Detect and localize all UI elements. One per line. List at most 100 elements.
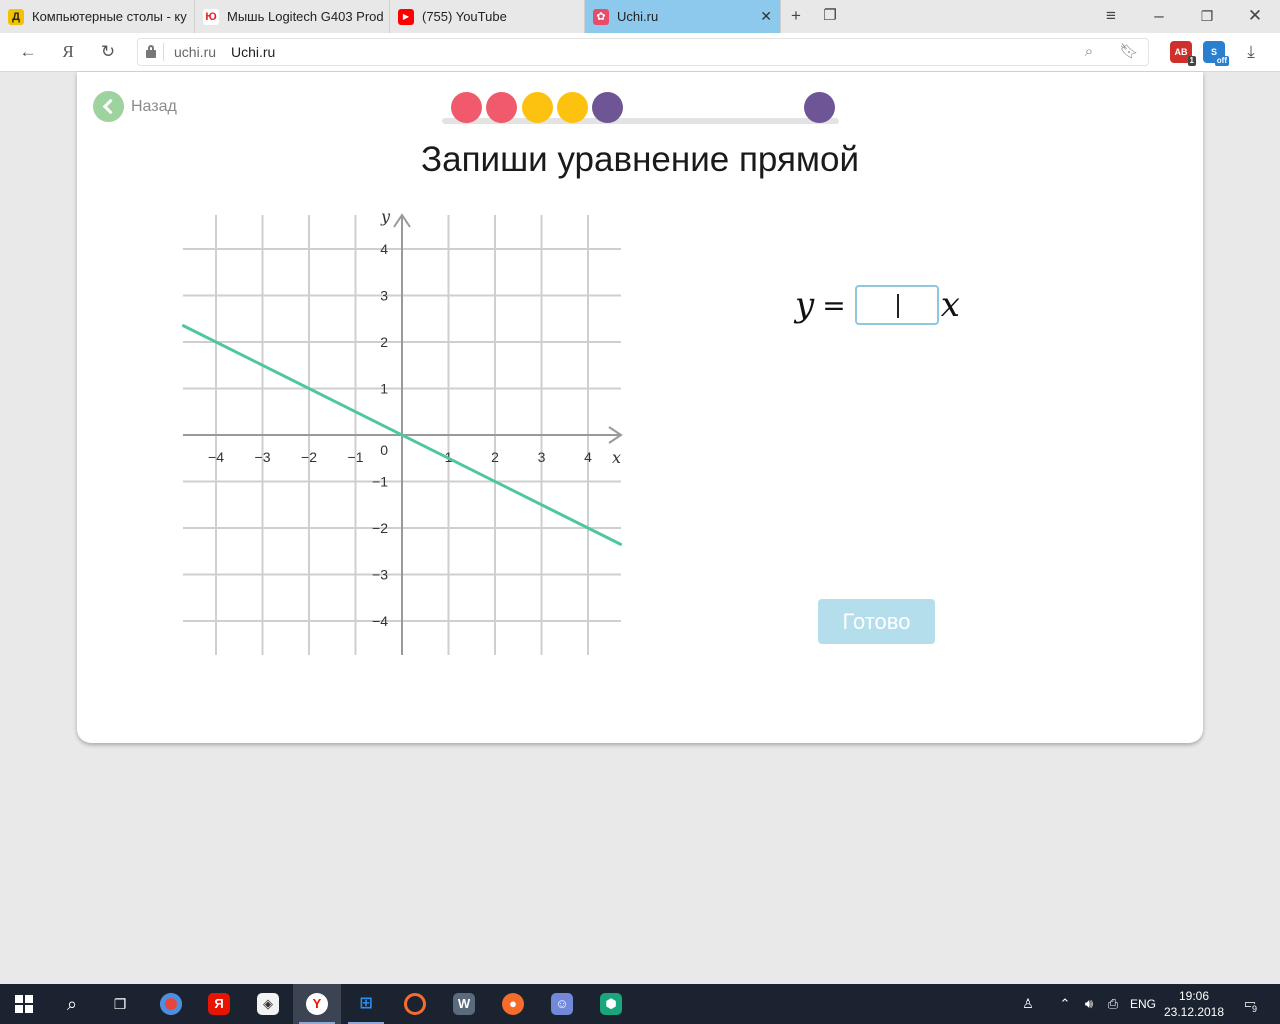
y-tick-label: −2 [372,520,388,536]
search-button[interactable]: ⌕ [48,984,96,1024]
yandex-icon[interactable]: Я [57,41,79,63]
graph-svg: −4 −3 −2 −1 1 2 3 44321−1−2−3−40 xy [181,207,623,655]
taskbar-app[interactable]: ◈ [244,984,292,1024]
tabs-overview-icon[interactable]: ❐ [820,6,840,26]
reload-icon[interactable]: ↻ [97,41,119,63]
progress-dot [451,92,482,123]
taskbar-origin-alt[interactable]: ● [489,984,537,1024]
extension-icon[interactable]: S off [1203,41,1229,66]
menu-icon[interactable]: ≡ [1101,6,1121,26]
yulmart-icon: Ю [203,8,219,25]
x-tick-label: 3 [538,449,546,465]
clock[interactable]: 19:06 23.12.2018 [1162,988,1226,1020]
taskbar-app[interactable]: ⬢ [587,984,635,1024]
network-tray-icon[interactable]: ⎙ [1103,984,1123,1024]
equation-rhs: x [940,285,960,325]
uchi-icon: ✿ [593,8,609,25]
x-tick-label: 4 [584,449,592,465]
back-button[interactable]: Назад [93,91,177,122]
y-tick-label: 1 [380,381,388,397]
restore-icon[interactable]: ❐ [1197,6,1217,26]
back-label: Назад [131,97,177,115]
zoom-icon[interactable]: ⌕ [1079,42,1099,62]
adblock-extension-icon[interactable]: AB 1 [1170,41,1196,66]
slope-input[interactable] [854,285,939,325]
chevron-up-icon[interactable]: ⌃ [1055,984,1075,1024]
extension-label: AB [1174,47,1188,57]
discord-icon: ☺ [551,993,573,1015]
done-button[interactable]: Готово [818,599,935,644]
tab-title: Компьютерные столы - ку [32,9,187,24]
divider [163,43,164,61]
new-tab-icon[interactable]: + [786,6,806,26]
task-title: Запиши уравнение прямой [420,140,859,179]
bookmark-icon[interactable]: 🔖︎ [1119,42,1139,62]
notifications-icon[interactable]: ▭ 9 [1236,984,1264,1024]
y-tick-label: 3 [380,288,388,304]
x-tick-label: −3 [255,449,271,465]
tab-dns[interactable]: Д Компьютерные столы - ку [0,0,195,33]
clock-time: 19:06 [1178,989,1210,1003]
yandex-icon: Я [208,993,230,1015]
tab-title: (755) YouTube [422,9,507,24]
url-title: Uchi.ru [231,44,276,60]
equation: y = x [795,282,960,328]
taskbar-chrome[interactable] [147,984,195,1024]
dns-icon: Д [8,8,24,25]
text-cursor [896,294,899,318]
y-tick-label: 2 [380,334,388,350]
minimize-icon[interactable]: – [1149,6,1169,26]
x-tick-label: 2 [491,449,499,465]
address-bar[interactable]: uchi.ru Uchi.ru ⌕ 🔖︎ [137,38,1149,66]
progress-dot [804,92,835,123]
taskbar: ⌕ ❐ Я ◈ Y ⊞ W ● ☺ ⬢ ♙ ⌃ 🔊︎ ⎙ ENG 19:06 2… [0,984,1280,1024]
close-window-icon[interactable]: ✕ [1245,6,1265,26]
extension-badge: 1 [1187,56,1196,66]
chrome-icon [160,993,182,1015]
y-tick-label: −1 [372,474,388,490]
y-axis-label: y [380,207,391,226]
extension-badge: off [1214,56,1229,66]
tab-logitech[interactable]: Ю Мышь Logitech G403 Prod [195,0,390,33]
x-tick-label: −1 [348,449,364,465]
windows-icon [15,995,33,1013]
taskbar-discord[interactable]: ☺ [538,984,586,1024]
hex-icon: ⬢ [600,993,622,1015]
origin-app-icon: ● [502,993,524,1015]
taskbar-origin[interactable] [391,984,439,1024]
people-icon[interactable]: ♙ [1017,984,1039,1024]
tab-uchi[interactable]: ✿ Uchi.ru ✕ [585,0,781,33]
progress-dot [592,92,624,123]
downloads-icon[interactable]: ⤓ [1240,41,1262,63]
progress-dot [521,92,553,123]
clock-date: 23.12.2018 [1163,1005,1225,1019]
back-arrow-icon[interactable]: ← [17,41,39,63]
taskbar-app[interactable]: ⊞ [342,984,390,1024]
y-tick-label: 4 [380,241,388,257]
url-domain: uchi.ru [174,44,217,60]
tab-title: Мышь Logitech G403 Prod [227,9,384,24]
tab-youtube[interactable]: ▶ (755) YouTube [390,0,585,33]
progress-dot [556,92,588,123]
task-progress [442,90,839,130]
taskbar-wargaming[interactable]: W [440,984,488,1024]
wargaming-icon: W [453,993,475,1015]
volume-icon[interactable]: 🔊︎ [1079,984,1099,1024]
network-icon: ⊞ [359,995,373,1012]
taskbar-yandex[interactable]: Я [195,984,243,1024]
language-indicator[interactable]: ENG [1127,984,1159,1024]
x-tick-label: −4 [208,449,224,465]
lock-icon [146,45,156,58]
start-button[interactable] [0,984,48,1024]
taskbar-yandex-browser[interactable]: Y [293,984,341,1024]
youtube-icon: ▶ [398,8,414,25]
x-tick-label: −2 [301,449,317,465]
tab-strip: Д Компьютерные столы - ку Ю Мышь Logitec… [0,0,1280,33]
navigation-bar: ← Я ↻ uchi.ru Uchi.ru ⌕ 🔖︎ AB 1 S off ⤓ [0,33,1280,72]
equals-sign: = [822,288,846,322]
close-tab-icon[interactable]: ✕ [760,8,772,25]
tab-title: Uchi.ru [617,9,659,24]
chevron-left-icon [93,91,124,122]
task-view-button[interactable]: ❐ [96,984,144,1024]
cube-icon: ◈ [257,993,279,1015]
